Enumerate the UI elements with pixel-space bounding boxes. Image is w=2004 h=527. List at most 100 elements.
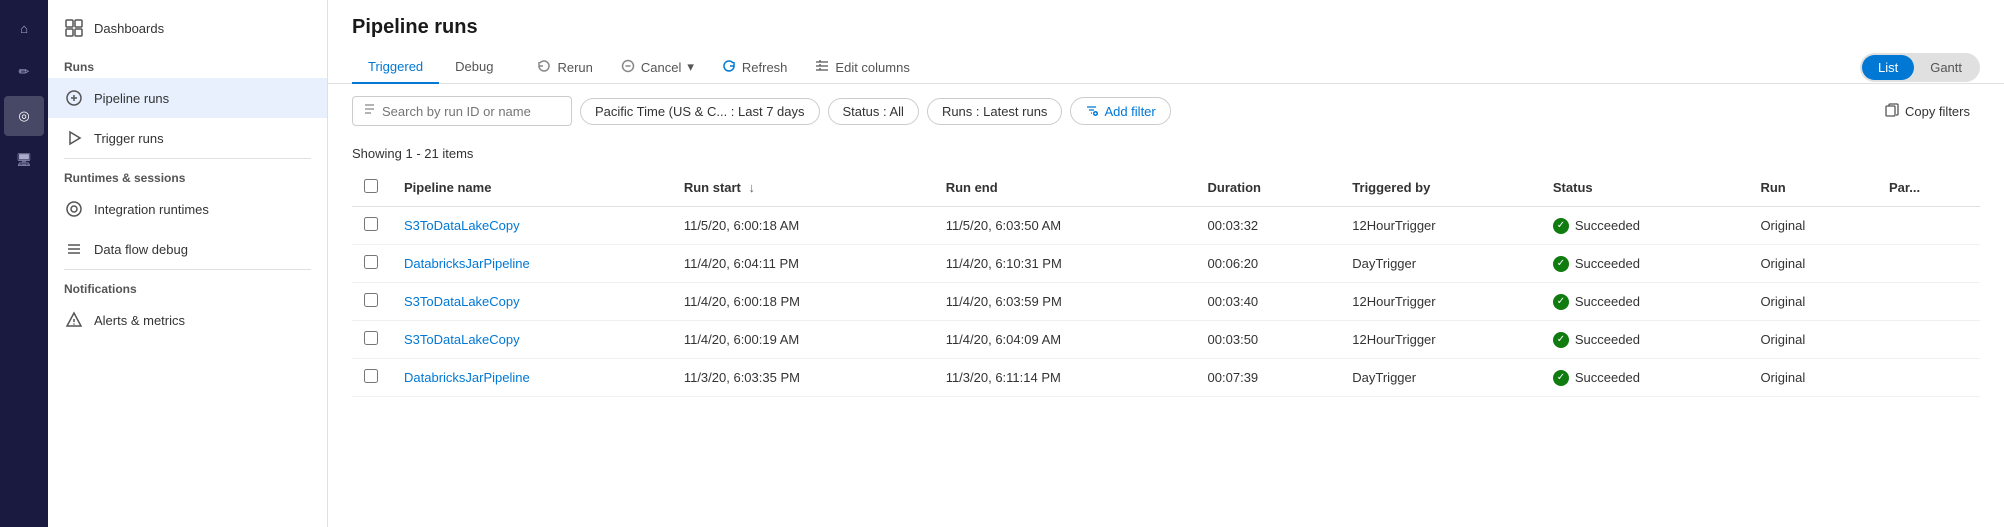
triggered-by-header: Triggered by — [1352, 180, 1430, 195]
col-parameters: Par... — [1877, 169, 1980, 207]
pipeline-runs-table: Pipeline name Run start ↓ Run end Durati… — [352, 169, 1980, 397]
row-select-2[interactable] — [364, 293, 378, 307]
pipeline-name-link-3[interactable]: S3ToDataLakeCopy — [404, 332, 520, 347]
time-filter-pill[interactable]: Pacific Time (US & C... : Last 7 days — [580, 98, 820, 125]
row-parameters-2 — [1877, 283, 1980, 321]
edit-icon[interactable]: ✏ — [4, 52, 44, 92]
list-view-button[interactable]: List — [1862, 55, 1914, 80]
search-input-container[interactable] — [352, 96, 572, 126]
row-checkbox-4 — [352, 359, 392, 397]
add-filter-button[interactable]: Add filter — [1070, 97, 1170, 125]
rerun-button[interactable]: Rerun — [525, 53, 604, 82]
table-row: DatabricksJarPipeline 11/4/20, 6:04:11 P… — [352, 245, 1980, 283]
sidebar-item-alerts-metrics[interactable]: Alerts & metrics — [48, 300, 327, 340]
row-duration-3: 00:03:50 — [1196, 321, 1341, 359]
cancel-label: Cancel — [641, 60, 681, 75]
row-pipeline-name-3: S3ToDataLakeCopy — [392, 321, 672, 359]
tabs-bar: Triggered Debug Rerun — [352, 51, 1980, 83]
sort-icon: ↓ — [749, 180, 756, 195]
search-filter-icon — [363, 103, 376, 119]
parameters-header: Par... — [1889, 180, 1920, 195]
row-parameters-3 — [1877, 321, 1980, 359]
tab-triggered[interactable]: Triggered — [352, 51, 439, 84]
main-content: Pipeline runs Triggered Debug Rerun — [328, 0, 2004, 527]
select-all-checkbox[interactable] — [364, 179, 378, 193]
row-pipeline-name-0: S3ToDataLakeCopy — [392, 207, 672, 245]
row-checkbox-0 — [352, 207, 392, 245]
monitor-icon[interactable]: ◎ — [4, 96, 44, 136]
row-run-start-1: 11/4/20, 6:04:11 PM — [672, 245, 934, 283]
status-text-2: Succeeded — [1575, 294, 1640, 309]
duration-header: Duration — [1208, 180, 1261, 195]
row-select-1[interactable] — [364, 255, 378, 269]
row-duration-4: 00:07:39 — [1196, 359, 1341, 397]
row-select-4[interactable] — [364, 369, 378, 383]
sidebar-item-pipeline-runs[interactable]: Pipeline runs — [48, 78, 327, 118]
row-select-0[interactable] — [364, 217, 378, 231]
edit-columns-button[interactable]: Edit columns — [803, 53, 921, 82]
sidebar-item-trigger-runs[interactable]: Trigger runs — [48, 118, 327, 158]
row-run-end-0: 11/5/20, 6:03:50 AM — [934, 207, 1196, 245]
pipeline-name-link-1[interactable]: DatabricksJarPipeline — [404, 256, 530, 271]
row-status-3: ✓ Succeeded — [1541, 321, 1749, 359]
sidebar-item-dashboards[interactable]: Dashboards — [48, 8, 327, 48]
refresh-button[interactable]: Refresh — [710, 53, 800, 82]
page-header: Pipeline runs Triggered Debug Rerun — [328, 0, 2004, 84]
row-run-start-2: 11/4/20, 6:00:18 PM — [672, 283, 934, 321]
row-parameters-0 — [1877, 207, 1980, 245]
pipeline-name-link-4[interactable]: DatabricksJarPipeline — [404, 370, 530, 385]
home-icon[interactable]: ⌂ — [4, 8, 44, 48]
row-duration-1: 00:06:20 — [1196, 245, 1341, 283]
row-checkbox-2 — [352, 283, 392, 321]
copy-filters-label: Copy filters — [1905, 104, 1970, 119]
row-run-type-1: Original — [1748, 245, 1877, 283]
add-filter-icon — [1085, 103, 1098, 119]
row-select-3[interactable] — [364, 331, 378, 345]
table-row: S3ToDataLakeCopy 11/4/20, 6:00:19 AM 11/… — [352, 321, 1980, 359]
col-run-start[interactable]: Run start ↓ — [672, 169, 934, 207]
row-status-0: ✓ Succeeded — [1541, 207, 1749, 245]
search-input[interactable] — [382, 104, 561, 119]
row-duration-0: 00:03:32 — [1196, 207, 1341, 245]
dashboards-icon — [64, 18, 84, 38]
col-checkbox — [352, 169, 392, 207]
briefcase-icon[interactable]: 🖥 — [4, 140, 44, 180]
runs-section-label: Runs — [48, 48, 327, 78]
col-run: Run — [1748, 169, 1877, 207]
sidebar-item-integration-runtimes[interactable]: Integration runtimes — [48, 189, 327, 229]
row-parameters-4 — [1877, 359, 1980, 397]
cancel-button[interactable]: Cancel ▾ — [609, 53, 706, 82]
copy-filters-button[interactable]: Copy filters — [1875, 98, 1980, 125]
notifications-section-label: Notifications — [48, 270, 327, 300]
pipeline-name-link-0[interactable]: S3ToDataLakeCopy — [404, 218, 520, 233]
status-filter-pill[interactable]: Status : All — [828, 98, 919, 125]
runtimes-section-label: Runtimes & sessions — [48, 159, 327, 189]
status-text-4: Succeeded — [1575, 370, 1640, 385]
tab-debug[interactable]: Debug — [439, 51, 509, 84]
pipeline-runs-label: Pipeline runs — [94, 91, 169, 106]
integration-runtimes-icon — [64, 199, 84, 219]
alerts-icon — [64, 310, 84, 330]
row-triggered-by-4: DayTrigger — [1340, 359, 1541, 397]
trigger-runs-label: Trigger runs — [94, 131, 164, 146]
dataflow-debug-label: Data flow debug — [94, 242, 188, 257]
row-run-type-3: Original — [1748, 321, 1877, 359]
pipeline-name-link-2[interactable]: S3ToDataLakeCopy — [404, 294, 520, 309]
edit-columns-label: Edit columns — [835, 60, 909, 75]
cancel-icon — [621, 59, 635, 76]
row-pipeline-name-2: S3ToDataLakeCopy — [392, 283, 672, 321]
row-run-end-1: 11/4/20, 6:10:31 PM — [934, 245, 1196, 283]
gantt-view-button[interactable]: Gantt — [1914, 55, 1978, 80]
row-pipeline-name-4: DatabricksJarPipeline — [392, 359, 672, 397]
row-triggered-by-2: 12HourTrigger — [1340, 283, 1541, 321]
succeeded-icon-4: ✓ — [1553, 370, 1569, 386]
col-duration: Duration — [1196, 169, 1341, 207]
sidebar: Dashboards Runs Pipeline runs — [48, 0, 328, 527]
sidebar-item-dataflow-debug[interactable]: Data flow debug — [48, 229, 327, 269]
runs-filter-pill[interactable]: Runs : Latest runs — [927, 98, 1063, 125]
integration-runtimes-label: Integration runtimes — [94, 202, 209, 217]
row-triggered-by-1: DayTrigger — [1340, 245, 1541, 283]
filters-bar: Pacific Time (US & C... : Last 7 days St… — [328, 84, 2004, 138]
pipeline-runs-icon — [64, 88, 84, 108]
row-run-start-3: 11/4/20, 6:00:19 AM — [672, 321, 934, 359]
